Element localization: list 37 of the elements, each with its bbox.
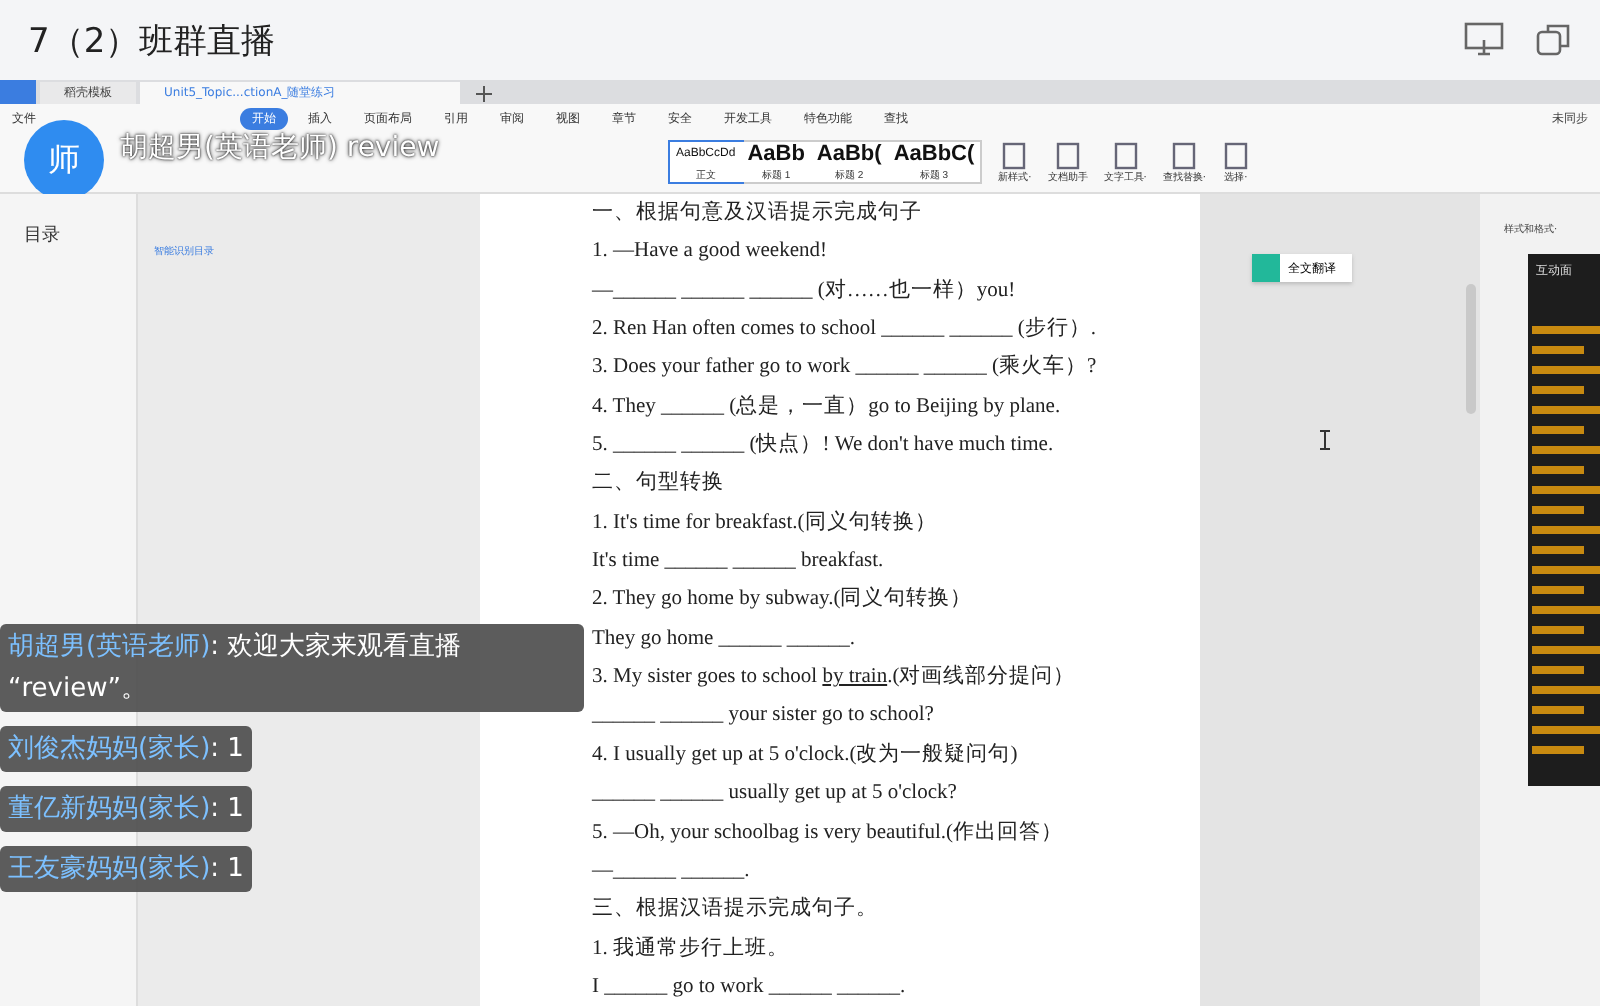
document-line: 4. I usually get up at 5 o'clock.(改为一般疑问句)	[592, 740, 1020, 770]
document-line: They go home ______ ______.	[592, 625, 858, 654]
scrollbar[interactable]	[1466, 284, 1476, 414]
document-line: —______ ______ ______ (对……也一样）you!	[592, 276, 1018, 306]
document-line: 二、句型转换	[592, 469, 726, 499]
presenter-name: 胡超男(英语老师) review	[120, 130, 440, 166]
document-line: I ______ go to work ______ ______.	[592, 973, 908, 1002]
chat-message: 胡超男(英语老师): 欢迎大家来观看直播 “review”。	[0, 624, 584, 712]
copy-icon[interactable]	[1536, 22, 1572, 58]
chat-message: 刘俊杰妈妈(家长): 1	[0, 726, 252, 772]
document-line: 5. —Oh, your schoolbag is very beautiful.(作出回答）	[592, 818, 1066, 847]
document-line: 4. They ______ (总是，一直）go to Beijing by plane.	[592, 392, 1063, 422]
document-line: 三、根据汉语提示完成句子。	[592, 894, 880, 925]
window-title: 7（2）班群直播	[28, 19, 276, 63]
document-line: 3. My sister goes to school by train.(对画线部分提问）	[592, 662, 1078, 693]
screen-share-icon[interactable]	[1464, 22, 1504, 58]
document-line: 1. 我通常步行上班。	[592, 934, 791, 964]
document-icon	[1053, 141, 1082, 169]
text-cursor-icon	[1320, 430, 1330, 450]
document-line: ______ ______ your sister go to school?	[592, 702, 936, 731]
outline-title: 目录	[24, 226, 60, 246]
document-icon	[1221, 141, 1250, 169]
document-line: 一、根据句意及汉语提示完成句子	[592, 198, 924, 228]
document-line: 5. ______ ______ (快点）! We don't have much time.	[592, 430, 1056, 461]
document-line: 1. It's time for breakfast.(同义句转换）	[592, 508, 939, 538]
document-icon	[1000, 141, 1029, 169]
document-line: 3. Does your father go to work ______ ______ (乘火车）?	[592, 352, 1099, 383]
chat-message: 董亿新妈妈(家长): 1	[0, 786, 252, 832]
document-line: 2. They go home by subway.(同义句转换）	[592, 584, 975, 615]
document-line: It's time ______ ______ breakfast.	[592, 548, 886, 577]
document-icon	[1111, 141, 1140, 169]
document-line: —______ ______.	[592, 857, 752, 886]
document-line: 2. Ren Han often comes to school ______ ______ (步行）.	[592, 314, 1099, 345]
document-line: 1. —Have a good weekend!	[592, 238, 829, 267]
document-line: ______ ______ usually get up at 5 o'clock?	[592, 780, 959, 809]
document-icon	[1170, 141, 1199, 169]
chat-message: 王友豪妈妈(家长): 1	[0, 846, 252, 892]
